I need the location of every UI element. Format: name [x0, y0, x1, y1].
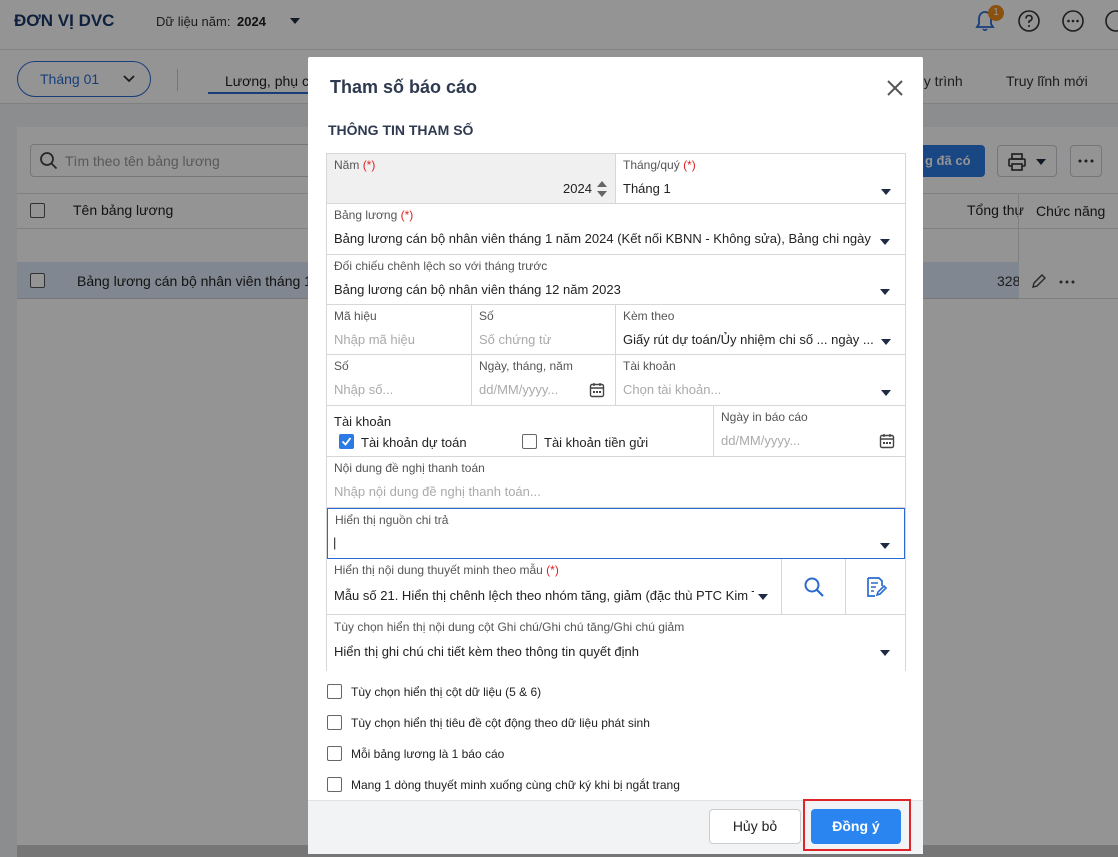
template-label: Hiển thị nội dung thuyết minh theo mẫu — [334, 563, 543, 577]
date-input[interactable]: Ngày, tháng, năm dd/MM/yyyy... — [471, 355, 615, 406]
date-placeholder: dd/MM/yyyy... — [479, 382, 559, 397]
dropdown-arrow-icon — [880, 289, 890, 295]
section-heading: THÔNG TIN THAM SỐ — [328, 122, 474, 138]
number-label: Số — [334, 359, 349, 373]
account-tien-gui-label: Tài khoản tiền gửi — [544, 435, 649, 450]
required-mark: (*) — [683, 158, 696, 172]
ok-button[interactable]: Đồng ý — [811, 809, 901, 844]
year-field[interactable]: Năm (*) 2024 — [327, 154, 615, 204]
payment-source-cursor: | — [333, 535, 337, 550]
account-select-label: Tài khoản — [623, 359, 676, 373]
code-placeholder: Nhập mã hiệu — [334, 332, 415, 347]
account-select-placeholder: Chọn tài khoản... — [623, 382, 722, 397]
code-label: Mã hiệu — [334, 309, 377, 323]
doc-number-input[interactable]: Số Số chứng từ — [471, 305, 615, 355]
dropdown-arrow-icon — [881, 189, 891, 195]
checkbox-option-1[interactable] — [327, 684, 342, 699]
dialog-title: Tham số báo cáo — [330, 77, 478, 97]
dropdown-arrow-icon — [880, 650, 890, 656]
checkbox-option-2[interactable] — [327, 715, 342, 730]
report-parameters-dialog: Tham số báo cáo THÔNG TIN THAM SỐ Năm (*… — [308, 57, 923, 854]
parameter-form: Năm (*) 2024 Tháng/quý (*) Tháng 1 Bảng … — [326, 153, 906, 671]
template-label-wrap: Hiển thị nội dung thuyết minh theo mẫu (… — [334, 563, 559, 577]
account-select[interactable]: Tài khoản Chọn tài khoản... — [615, 355, 905, 406]
cancel-button[interactable]: Hủy bỏ — [709, 809, 801, 844]
checkbox-option-3[interactable] — [327, 746, 342, 761]
compare-select[interactable]: Đối chiếu chênh lệch so với tháng trước … — [327, 255, 905, 305]
calendar-icon[interactable] — [589, 382, 605, 398]
search-icon — [804, 577, 824, 597]
required-mark: (*) — [400, 208, 414, 222]
date-label: Ngày, tháng, năm — [479, 359, 573, 373]
checkbox-account-du-toan[interactable] — [339, 434, 354, 449]
period-value: Tháng 1 — [623, 181, 671, 196]
print-date-label: Ngày in báo cáo — [721, 410, 808, 424]
payment-content-label: Nội dung đề nghị thanh toán — [334, 461, 485, 475]
payroll-select[interactable]: Bảng lương (*) Bảng lương cán bộ nhân vi… — [327, 204, 905, 255]
number-placeholder: Nhập số... — [334, 382, 394, 397]
close-icon[interactable] — [884, 77, 906, 99]
compare-label: Đối chiếu chênh lệch so với tháng trước — [334, 259, 548, 273]
edit-template-button[interactable] — [845, 559, 905, 615]
template-value: Mẫu số 21. Hiển thị chênh lệch theo nhóm… — [334, 588, 754, 603]
note-option-value: Hiển thị ghi chú chi tiết kèm theo thông… — [334, 644, 639, 659]
print-date-input[interactable]: Ngày in báo cáo dd/MM/yyyy... — [713, 406, 905, 457]
print-date-placeholder: dd/MM/yyyy... — [721, 433, 801, 448]
check-icon — [341, 437, 352, 446]
year-label: Năm — [334, 158, 360, 172]
calendar-icon[interactable] — [879, 433, 895, 449]
option-1-label: Tùy chọn hiển thị cột dữ liệu (5 & 6) — [351, 685, 542, 699]
compare-value: Bảng lương cán bộ nhân viên tháng 12 năm… — [334, 282, 621, 297]
required-mark: (*) — [546, 563, 559, 577]
account-type-label: Tài khoản — [334, 414, 392, 429]
template-select[interactable]: Hiển thị nội dung thuyết minh theo mẫu (… — [327, 559, 781, 615]
edit-document-icon — [867, 577, 888, 597]
payment-content-placeholder: Nhập nội dung đề nghị thanh toán... — [334, 484, 541, 499]
dropdown-arrow-icon — [880, 239, 890, 245]
period-select[interactable]: Tháng/quý (*) Tháng 1 — [615, 154, 905, 204]
search-template-button[interactable] — [781, 559, 845, 615]
spinner-arrows-icon[interactable] — [596, 180, 608, 198]
dropdown-arrow-icon — [880, 543, 890, 549]
dropdown-arrow-icon — [881, 339, 891, 345]
dropdown-arrow-icon — [758, 594, 768, 600]
account-type-group: Tài khoản Tài khoản dự toán Tài khoản ti… — [327, 406, 713, 457]
note-option-select[interactable]: Tùy chọn hiển thị nội dung cột Ghi chú/G… — [327, 615, 905, 671]
payroll-label: Bảng lương — [334, 208, 398, 222]
code-input[interactable]: Mã hiệu Nhập mã hiệu — [327, 305, 471, 355]
dropdown-arrow-icon — [881, 390, 891, 396]
note-option-label: Tùy chọn hiển thị nội dung cột Ghi chú/G… — [334, 620, 685, 634]
checkbox-account-tien-gui[interactable] — [522, 434, 537, 449]
period-label: Tháng/quý — [623, 158, 680, 172]
required-mark: (*) — [362, 158, 376, 172]
number-input[interactable]: Số Nhập số... — [327, 355, 471, 406]
attachment-value: Giấy rút dự toán/Ủy nhiệm chi số ... ngà… — [623, 332, 874, 347]
payment-content-input[interactable]: Nội dung đề nghị thanh toán Nhập nội dun… — [327, 457, 905, 508]
attachment-label: Kèm theo — [623, 309, 675, 323]
option-2-label: Tùy chọn hiển thị tiêu đề cột động theo … — [351, 716, 650, 730]
doc-number-label: Số — [479, 309, 494, 323]
option-3-label: Mỗi bảng lương là 1 báo cáo — [351, 747, 505, 761]
checkbox-option-4[interactable] — [327, 777, 342, 792]
payment-source-label: Hiển thị nguồn chi trả — [335, 513, 449, 527]
attachment-select[interactable]: Kèm theo Giấy rút dự toán/Ủy nhiệm chi s… — [615, 305, 905, 355]
option-4-label: Mang 1 dòng thuyết minh xuống cùng chữ k… — [351, 778, 680, 792]
doc-number-placeholder: Số chứng từ — [479, 332, 552, 347]
account-du-toan-label: Tài khoản dự toán — [361, 435, 467, 450]
year-value: 2024 — [563, 181, 592, 196]
payroll-value: Bảng lương cán bộ nhân viên tháng 1 năm … — [334, 231, 874, 246]
payment-source-select[interactable]: Hiển thị nguồn chi trả | — [327, 508, 905, 559]
